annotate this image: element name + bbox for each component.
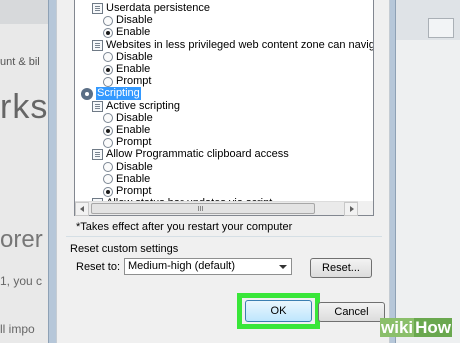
radio-checked-icon[interactable] xyxy=(103,27,113,38)
setting-icon xyxy=(92,39,103,51)
setting-item[interactable]: Websites in less privileged web content … xyxy=(92,38,373,52)
reset-to-label: Reset to: xyxy=(76,261,121,273)
setting-icon xyxy=(92,3,103,14)
setting-item[interactable]: Allow Programmatic clipboard access xyxy=(92,148,289,161)
setting-icon xyxy=(92,149,103,161)
background-subheading: orer xyxy=(0,226,43,253)
background-text-line: ll impo xyxy=(0,322,35,336)
setting-option-enable[interactable]: Enable xyxy=(103,124,150,137)
radio-unchecked-icon[interactable] xyxy=(103,76,113,87)
radio-unchecked-icon[interactable] xyxy=(103,137,113,148)
background-right-pane xyxy=(392,0,460,343)
settings-category[interactable]: Scripting xyxy=(81,87,141,101)
list-item-label: Disable xyxy=(116,14,153,27)
watermark-how: How xyxy=(414,318,453,337)
list-item-label: Enable xyxy=(116,63,151,75)
reset-button[interactable]: Reset... xyxy=(310,258,372,278)
list-item-label: Enable xyxy=(116,124,151,136)
list-item-label: Prompt xyxy=(116,75,152,88)
setting-option-disable[interactable]: Disable xyxy=(103,112,153,125)
setting-option-enable[interactable]: Enable xyxy=(103,63,150,76)
list-item-label: Prompt xyxy=(116,136,152,149)
setting-option-enable[interactable]: Enable xyxy=(103,26,150,39)
setting-item[interactable]: Active scripting xyxy=(92,100,180,113)
radio-checked-icon[interactable] xyxy=(103,186,113,197)
radio-unchecked-icon[interactable] xyxy=(103,174,113,185)
list-item-label: Active scripting xyxy=(106,99,180,112)
list-item-label: Prompt xyxy=(116,185,152,197)
list-item-label: Allow Programmatic clipboard access xyxy=(106,148,289,161)
list-item-label: Scripting xyxy=(96,87,141,101)
horizontal-scrollbar[interactable] xyxy=(75,201,358,216)
background-breadcrumb: unt & bil xyxy=(0,56,40,68)
cancel-button[interactable]: Cancel xyxy=(318,302,385,322)
setting-option-disable[interactable]: Disable xyxy=(103,161,153,174)
settings-listbox[interactable]: Userdata persistence Disable Enable Website… xyxy=(74,0,374,216)
setting-option-prompt[interactable]: Prompt xyxy=(103,185,151,198)
list-item-label: Userdata persistence xyxy=(106,2,210,14)
horizontal-scroll-thumb[interactable] xyxy=(91,203,315,214)
radio-unchecked-icon[interactable] xyxy=(103,15,113,26)
radio-unchecked-icon[interactable] xyxy=(103,113,113,124)
reset-custom-settings-title: Reset custom settings xyxy=(70,243,179,255)
category-gear-icon xyxy=(81,87,93,100)
wikihow-watermark: wiki How xyxy=(380,318,453,340)
scroll-left-arrow-icon[interactable] xyxy=(75,202,89,216)
scroll-right-arrow-icon[interactable] xyxy=(344,202,358,216)
list-item-label: Websites in less privileged web content … xyxy=(106,38,373,51)
radio-unchecked-icon[interactable] xyxy=(103,52,113,63)
list-item-label: Disable xyxy=(116,111,153,124)
chevron-down-icon[interactable] xyxy=(279,265,287,269)
setting-item[interactable]: Userdata persistence xyxy=(92,2,210,15)
setting-icon xyxy=(92,100,103,112)
security-level-dropdown[interactable]: Medium-high (default) xyxy=(124,258,292,275)
radio-unchecked-icon[interactable] xyxy=(103,162,113,173)
list-item-label: Disable xyxy=(116,160,153,173)
list-item-label: Disable xyxy=(116,50,153,63)
setting-option-disable[interactable]: Disable xyxy=(103,14,153,27)
background-text-line: 1, you c xyxy=(0,274,43,288)
security-level-value: Medium-high (default) xyxy=(128,260,235,272)
setting-option-prompt[interactable]: Prompt xyxy=(103,136,151,149)
background-heading: rks xyxy=(0,88,49,126)
restart-note: *Takes effect after you restart your com… xyxy=(76,221,293,233)
radio-checked-icon[interactable] xyxy=(103,64,113,75)
list-item-label: Enable xyxy=(116,172,151,185)
watermark-wiki: wiki xyxy=(380,318,415,337)
ok-button[interactable]: OK xyxy=(245,300,312,322)
radio-checked-icon[interactable] xyxy=(103,125,113,136)
background-right-control xyxy=(428,18,454,38)
list-item-label: Enable xyxy=(116,26,151,39)
setting-option-disable[interactable]: Disable xyxy=(103,51,153,64)
setting-option-prompt[interactable]: Prompt xyxy=(103,75,151,88)
setting-option-enable[interactable]: Enable xyxy=(103,173,150,186)
scrollbar-corner xyxy=(358,201,373,215)
